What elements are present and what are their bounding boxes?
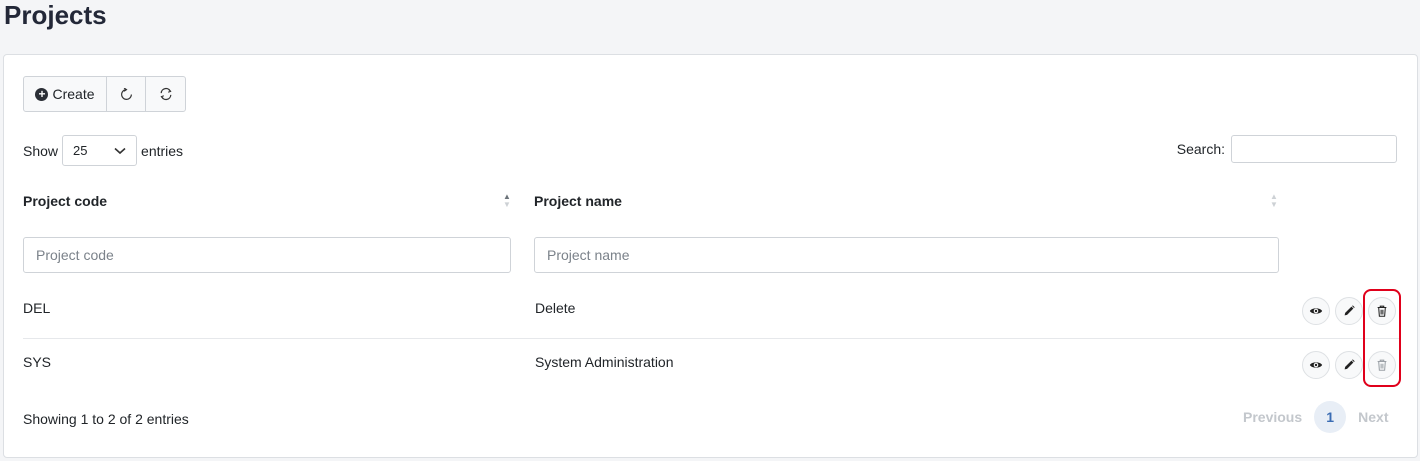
pencil-icon	[1344, 359, 1355, 370]
length-menu: Show 25 entries	[23, 135, 183, 166]
entries-select-value: 25	[73, 143, 88, 158]
chevron-down-icon	[114, 147, 126, 154]
view-button[interactable]	[1302, 297, 1330, 325]
projects-card: + Create Show 25 entries Search: Project…	[3, 54, 1418, 458]
reload-button[interactable]	[107, 77, 146, 111]
refresh-icon	[159, 87, 172, 101]
next-page-button[interactable]: Next	[1358, 409, 1388, 425]
sort-icon[interactable]: ▲ ▼	[1269, 193, 1279, 211]
eye-icon	[1309, 362, 1323, 368]
edit-button[interactable]	[1335, 351, 1363, 379]
row-divider	[23, 338, 1401, 339]
search-label: Search:	[1176, 141, 1225, 157]
entries-select[interactable]: 25	[62, 135, 138, 166]
search-input[interactable]	[1231, 135, 1397, 163]
cell-project-code: DEL	[23, 300, 51, 316]
pencil-icon	[1344, 305, 1355, 316]
cell-project-code: SYS	[23, 354, 52, 370]
plus-circle-icon: +	[35, 87, 49, 101]
view-button[interactable]	[1302, 351, 1330, 379]
entries-label: entries	[141, 142, 184, 159]
eye-icon	[1309, 308, 1323, 314]
reload-icon	[120, 87, 132, 100]
edit-button[interactable]	[1335, 297, 1363, 325]
create-button[interactable]: + Create	[24, 77, 107, 111]
toolbar: + Create	[23, 76, 186, 112]
create-label: Create	[52, 86, 95, 102]
pagination: Previous 1 Next	[1243, 401, 1389, 433]
refresh-button[interactable]	[146, 77, 185, 111]
show-label: Show	[23, 142, 59, 159]
project-name-filter-input[interactable]	[534, 237, 1279, 273]
column-header-project-name[interactable]: Project name	[534, 193, 622, 209]
page-title: Projects	[4, 0, 107, 30]
cell-project-name: Delete	[535, 300, 576, 316]
project-code-filter-input[interactable]	[23, 237, 511, 273]
delete-column-highlight	[1363, 289, 1401, 387]
table-info: Showing 1 to 2 of 2 entries	[23, 411, 189, 427]
sort-icon[interactable]: ▲ ▼	[502, 193, 512, 211]
cell-project-name: System Administration	[535, 354, 674, 370]
previous-page-button[interactable]: Previous	[1243, 409, 1302, 425]
column-header-project-code[interactable]: Project code	[23, 193, 107, 209]
page-number-button[interactable]: 1	[1314, 401, 1347, 433]
search-box: Search:	[1177, 135, 1397, 163]
